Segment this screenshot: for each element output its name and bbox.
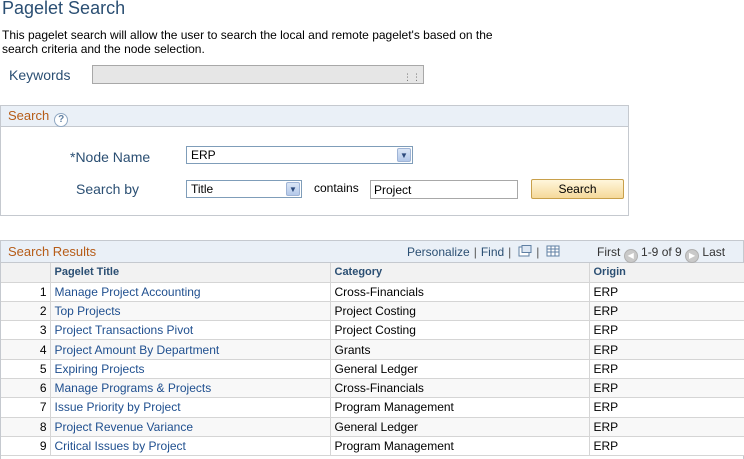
- results-table: Pagelet Title Category Origin 1 Manage P…: [1, 263, 744, 457]
- row-range: 1-9 of 9: [641, 245, 682, 259]
- pagelet-title-link[interactable]: Top Projects: [49, 301, 330, 322]
- last-label: Last: [702, 245, 726, 259]
- page-description: This pagelet search will allow the user …: [2, 28, 493, 56]
- keywords-field[interactable]: ⋮⋮: [92, 65, 424, 84]
- pagelet-title-link[interactable]: Project Revenue Variance: [49, 417, 330, 437]
- category-cell: Grants: [329, 339, 589, 360]
- row-number: 9: [1, 436, 50, 457]
- origin-cell: ERP: [588, 359, 744, 379]
- node-name-select[interactable]: ERP ▼: [186, 146, 413, 164]
- category-cell: Project Costing: [329, 320, 589, 341]
- row-number: 1: [1, 282, 50, 302]
- search-query-input[interactable]: Project: [370, 180, 518, 199]
- row-number: 7: [1, 397, 50, 418]
- row-number: 2: [1, 301, 50, 322]
- table-row: 8 Project Revenue Variance General Ledge…: [1, 417, 744, 437]
- pagelet-title-link[interactable]: Manage Project Accounting: [49, 282, 330, 302]
- pagelet-title-link[interactable]: Project Amount By Department: [49, 339, 330, 360]
- personalize-link[interactable]: Personalize: [407, 245, 470, 259]
- pagelet-title-link[interactable]: Expiring Projects: [49, 359, 330, 379]
- table-row: 4 Project Amount By Department Grants ER…: [1, 339, 744, 360]
- origin-cell: ERP: [588, 436, 744, 457]
- pagelet-title-link[interactable]: Manage Programs & Projects: [49, 378, 330, 399]
- search-section: Search? *Node Name ERP ▼ Search by Title…: [0, 105, 629, 216]
- resize-grip-icon[interactable]: ⋮⋮: [403, 73, 421, 82]
- table-header-row: Pagelet Title Category Origin: [1, 263, 744, 283]
- search-by-value: Title: [191, 182, 214, 196]
- table-row: 5 Expiring Projects General Ledger ERP: [1, 359, 744, 379]
- column-header-category[interactable]: Category: [329, 263, 589, 283]
- origin-cell: ERP: [588, 282, 744, 302]
- row-number: 5: [1, 359, 50, 379]
- category-cell: Program Management: [329, 436, 589, 457]
- category-cell: General Ledger: [329, 359, 589, 379]
- results-toolbar: Personalize | Find | |: [407, 245, 560, 259]
- next-arrow-icon[interactable]: ▶: [685, 249, 700, 263]
- chevron-down-icon: ▼: [397, 148, 411, 162]
- row-number: 6: [1, 378, 50, 399]
- column-header-origin[interactable]: Origin: [588, 263, 744, 283]
- search-section-title: Search: [8, 108, 50, 123]
- previous-arrow-icon[interactable]: ◀: [623, 249, 638, 263]
- search-results-grid: Search Results Personalize | Find | | First …: [0, 240, 744, 459]
- keywords-label: Keywords: [9, 67, 71, 83]
- pagelet-title-link[interactable]: Issue Priority by Project: [49, 397, 330, 418]
- results-title: Search Results: [8, 244, 97, 259]
- help-icon[interactable]: ?: [54, 113, 69, 127]
- table-row: 1 Manage Project Accounting Cross-Financ…: [1, 282, 744, 302]
- table-row: 9 Critical Issues by Project Program Man…: [1, 436, 744, 457]
- origin-cell: ERP: [588, 417, 744, 437]
- origin-cell: ERP: [588, 301, 744, 322]
- table-row: 2 Top Projects Project Costing ERP: [1, 301, 744, 322]
- row-number: 4: [1, 339, 50, 360]
- pagelet-title-link[interactable]: Project Transactions Pivot: [49, 320, 330, 341]
- toolbar-separator: |: [473, 245, 477, 259]
- search-section-header: Search?: [1, 106, 628, 127]
- table-row: 3 Project Transactions Pivot Project Cos…: [1, 320, 744, 341]
- table-row: 6 Manage Programs & Projects Cross-Finan…: [1, 378, 744, 399]
- contains-label: contains: [314, 181, 359, 195]
- origin-cell: ERP: [588, 397, 744, 418]
- origin-cell: ERP: [588, 320, 744, 341]
- category-cell: Project Costing: [329, 301, 589, 322]
- category-cell: Cross-Financials: [329, 378, 589, 399]
- chevron-down-icon: ▼: [286, 182, 300, 196]
- toolbar-separator: |: [536, 245, 540, 259]
- category-cell: Program Management: [329, 397, 589, 418]
- toolbar-separator: |: [508, 245, 512, 259]
- category-cell: General Ledger: [329, 417, 589, 437]
- column-header-number: [1, 263, 50, 283]
- row-number: 3: [1, 320, 50, 341]
- first-label: First: [597, 245, 621, 259]
- pager: First ◀ 1-9 of 9 ▶ Last: [597, 245, 725, 263]
- category-cell: Cross-Financials: [329, 282, 589, 302]
- pagelet-title-link[interactable]: Critical Issues by Project: [49, 436, 330, 457]
- search-by-select[interactable]: Title ▼: [186, 180, 302, 198]
- download-grid-icon[interactable]: [546, 245, 560, 257]
- results-header: Search Results Personalize | Find | | First …: [1, 241, 743, 263]
- view-all-icon[interactable]: [518, 245, 532, 257]
- origin-cell: ERP: [588, 378, 744, 399]
- column-header-title[interactable]: Pagelet Title: [49, 263, 330, 283]
- page-title: Pagelet Search: [2, 0, 126, 18]
- node-name-label: *Node Name: [70, 149, 151, 165]
- table-row: 7 Issue Priority by Project Program Mana…: [1, 397, 744, 418]
- search-button[interactable]: Search: [531, 179, 624, 199]
- origin-cell: ERP: [588, 339, 744, 360]
- node-name-value: ERP: [191, 148, 216, 162]
- find-link[interactable]: Find: [481, 245, 504, 259]
- search-by-label: Search by: [76, 181, 140, 197]
- row-number: 8: [1, 417, 50, 437]
